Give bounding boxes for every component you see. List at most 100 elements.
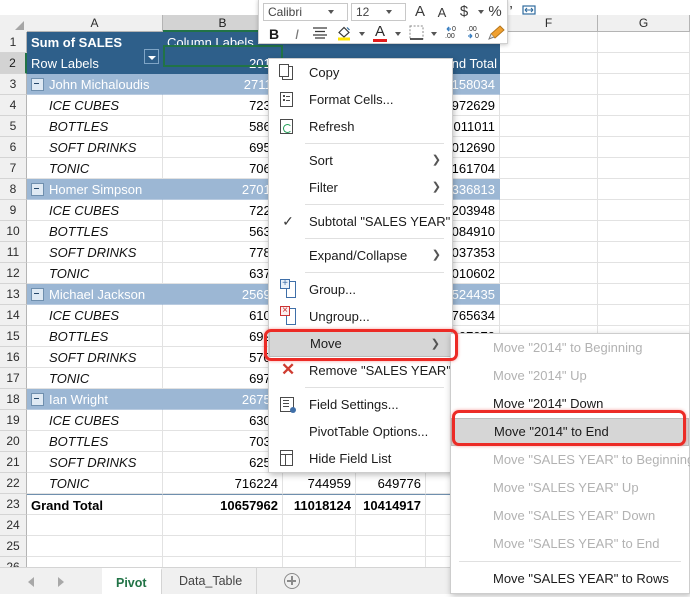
row-header-10[interactable]: 10 bbox=[0, 221, 27, 242]
row-header-17[interactable]: 17 bbox=[0, 368, 27, 389]
grid-cell-empty[interactable] bbox=[598, 305, 690, 326]
pivot-value-2014[interactable]: 7222 bbox=[163, 200, 283, 221]
pivot-value-2014[interactable]: 6259 bbox=[163, 452, 283, 473]
grand-total-2013[interactable]: 11018124 bbox=[283, 494, 356, 515]
comma-format-icon[interactable]: ’ bbox=[505, 2, 517, 22]
borders-icon[interactable] bbox=[407, 25, 425, 45]
submenu-item-move-salesyear-down[interactable]: Move "SALES YEAR" Down bbox=[451, 502, 689, 530]
grid-cell-empty[interactable] bbox=[500, 95, 598, 116]
row-header-5[interactable]: 5 bbox=[0, 116, 27, 137]
pivot-item-row-label[interactable]: TONIC bbox=[27, 263, 163, 284]
pivot-item-row-label[interactable]: TONIC bbox=[27, 158, 163, 179]
context-menu-item-refresh[interactable]: Refresh bbox=[269, 113, 452, 140]
grid-cell-empty[interactable] bbox=[500, 200, 598, 221]
italic-button[interactable]: I bbox=[289, 24, 305, 44]
submenu-item-move-salesyear-to-rows[interactable]: Move "SALES YEAR" to Rows bbox=[451, 565, 689, 593]
sheet-tab-data-table[interactable]: Data_Table bbox=[165, 568, 258, 594]
grid-cell-empty[interactable] bbox=[500, 305, 598, 326]
grid-cell-empty[interactable] bbox=[500, 284, 598, 305]
pivot-item-row-label[interactable]: TONIC bbox=[27, 368, 163, 389]
pivot-value-2012[interactable]: 649776 bbox=[356, 473, 426, 494]
pivot-value-2014[interactable]: 5861 bbox=[163, 116, 283, 137]
row-header-19[interactable]: 19 bbox=[0, 410, 27, 431]
row-header-7[interactable]: 7 bbox=[0, 158, 27, 179]
align-icon[interactable] bbox=[311, 25, 329, 45]
previous-sheet-icon[interactable] bbox=[28, 577, 34, 587]
pivot-item-row-label[interactable]: BOTTLES bbox=[27, 221, 163, 242]
grand-total-2012[interactable]: 10414917 bbox=[356, 494, 426, 515]
grid-cell-empty[interactable] bbox=[598, 53, 690, 74]
grand-total-label[interactable]: Grand Total bbox=[27, 494, 163, 515]
grid-cell-empty[interactable] bbox=[598, 221, 690, 242]
context-menu-item-pivottable-options[interactable]: PivotTable Options... bbox=[269, 418, 452, 445]
grid-cell-empty[interactable] bbox=[598, 74, 690, 95]
grid-cell-empty[interactable] bbox=[598, 95, 690, 116]
grid-cell-empty[interactable] bbox=[500, 158, 598, 179]
row-header-11[interactable]: 11 bbox=[0, 242, 27, 263]
pivot-group-row-label[interactable]: Ian Wright bbox=[27, 389, 163, 410]
pivot-value-2014[interactable]: 27014 bbox=[163, 179, 283, 200]
submenu-item-move-salesyear-to-end[interactable]: Move "SALES YEAR" to End bbox=[451, 530, 689, 558]
pivot-value-2014[interactable]: 6378 bbox=[163, 263, 283, 284]
pivot-value-2014[interactable]: 6951 bbox=[163, 137, 283, 158]
row-header-23[interactable]: 23 bbox=[0, 494, 27, 515]
row-header-24[interactable]: 24 bbox=[0, 515, 27, 536]
bold-button[interactable]: B bbox=[265, 24, 283, 44]
pivot-item-row-label[interactable]: BOTTLES bbox=[27, 326, 163, 347]
grid-cell-empty[interactable] bbox=[500, 263, 598, 284]
pivot-value-2014[interactable]: 5701 bbox=[163, 347, 283, 368]
row-header-12[interactable]: 12 bbox=[0, 263, 27, 284]
pivot-group-row-label[interactable]: Homer Simpson bbox=[27, 179, 163, 200]
collapse-button[interactable] bbox=[31, 393, 44, 407]
grid-cell-empty[interactable] bbox=[356, 515, 426, 536]
fill-color-icon[interactable] bbox=[335, 24, 353, 44]
pivot-value-2014[interactable]: 6921 bbox=[163, 326, 283, 347]
submenu-item-move-2014-to-beginning[interactable]: Move "2014" to Beginning bbox=[451, 334, 689, 362]
accounting-format-chevron-down-icon[interactable] bbox=[478, 10, 484, 14]
row-header-16[interactable]: 16 bbox=[0, 347, 27, 368]
row-header-4[interactable]: 4 bbox=[0, 95, 27, 116]
row-header-20[interactable]: 20 bbox=[0, 431, 27, 452]
pivot-item-row-label[interactable]: BOTTLES bbox=[27, 431, 163, 452]
pivot-group-row-label[interactable]: John Michaloudis bbox=[27, 74, 163, 95]
grid-cell-empty[interactable] bbox=[500, 221, 598, 242]
grid-cell-empty[interactable] bbox=[598, 137, 690, 158]
grid-cell-empty[interactable] bbox=[598, 263, 690, 284]
context-menu-item-copy[interactable]: Copy bbox=[269, 59, 452, 86]
row-header-3[interactable]: 3 bbox=[0, 74, 27, 95]
pivot-item-row-label[interactable]: ICE CUBES bbox=[27, 305, 163, 326]
grid-cell-empty[interactable] bbox=[500, 179, 598, 200]
grid-cell-empty[interactable] bbox=[500, 137, 598, 158]
pivot-item-row-label[interactable]: TONIC bbox=[27, 473, 163, 494]
grid-cell-empty[interactable] bbox=[500, 74, 598, 95]
font-name-combo[interactable]: Calibri bbox=[263, 3, 348, 21]
pivot-item-row-label[interactable]: ICE CUBES bbox=[27, 410, 163, 431]
borders-chevron-down-icon[interactable] bbox=[431, 32, 437, 36]
grid-cell-empty[interactable] bbox=[500, 116, 598, 137]
collapse-button[interactable] bbox=[31, 183, 44, 197]
grid-cell-empty[interactable] bbox=[598, 158, 690, 179]
grid-cell-empty[interactable] bbox=[500, 32, 598, 53]
fill-color-chevron-down-icon[interactable] bbox=[359, 32, 365, 36]
grid-cell-empty[interactable] bbox=[598, 32, 690, 53]
row-header-25[interactable]: 25 bbox=[0, 536, 27, 557]
shrink-font-icon[interactable]: A bbox=[433, 3, 451, 23]
add-sheet-icon[interactable] bbox=[284, 573, 300, 589]
grow-font-icon[interactable]: A bbox=[411, 2, 429, 22]
context-menu-item-hide-field-list[interactable]: Hide Field List bbox=[269, 445, 452, 472]
pivot-value-2014[interactable]: 7066 bbox=[163, 158, 283, 179]
font-color-icon[interactable]: A bbox=[371, 22, 389, 42]
row-header-2[interactable]: 2 bbox=[0, 53, 27, 74]
grid-cell-empty[interactable] bbox=[356, 536, 426, 557]
grid-cell-empty[interactable] bbox=[27, 536, 163, 557]
pivot-item-row-label[interactable]: ICE CUBES bbox=[27, 95, 163, 116]
pivot-item-row-label[interactable]: SOFT DRINKS bbox=[27, 347, 163, 368]
grid-cell-empty[interactable] bbox=[598, 116, 690, 137]
accounting-format-icon[interactable]: $ bbox=[457, 2, 471, 22]
context-menu-item-expand-collapse[interactable]: Expand/Collapse ❯ bbox=[269, 242, 452, 269]
row-header-13[interactable]: 13 bbox=[0, 284, 27, 305]
pivot-value-2014[interactable]: 26754 bbox=[163, 389, 283, 410]
font-color-chevron-down-icon[interactable] bbox=[395, 32, 401, 36]
grid-cell-empty[interactable] bbox=[598, 242, 690, 263]
row-labels-cell[interactable]: Row Labels bbox=[27, 53, 163, 74]
